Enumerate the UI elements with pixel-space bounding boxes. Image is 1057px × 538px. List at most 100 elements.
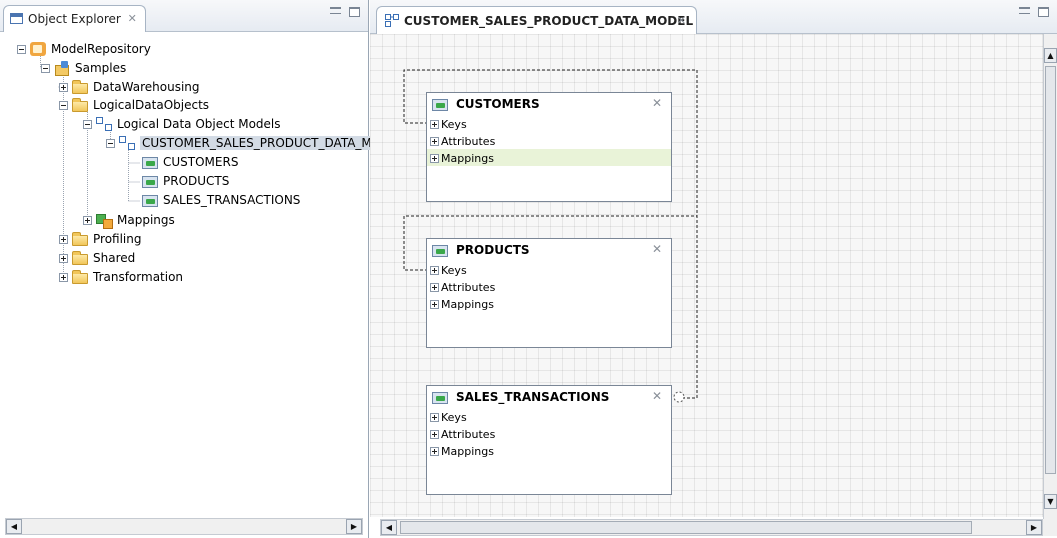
tree-item-label: Transformation	[93, 270, 184, 284]
tree-item-label: PRODUCTS	[163, 174, 230, 188]
collapse-icon[interactable]	[83, 119, 92, 129]
tree-item-products[interactable]: PRODUCTS	[142, 172, 229, 190]
expand-icon[interactable]	[59, 82, 68, 92]
expand-icon[interactable]	[430, 412, 439, 422]
expand-icon[interactable]	[430, 136, 439, 146]
close-icon[interactable]: ✕	[677, 14, 686, 27]
section-mappings[interactable]: Mappings	[427, 295, 671, 312]
collapse-icon[interactable]	[17, 44, 26, 54]
section-label: Attributes	[441, 280, 496, 294]
close-icon[interactable]: ✕	[652, 96, 662, 110]
editor-tabbar: CUSTOMER_SALES_PRODUCT_DATA_MODEL ✕	[370, 0, 1057, 34]
section-label: Attributes	[441, 134, 496, 148]
minimize-icon[interactable]	[1019, 7, 1030, 14]
logical-data-object-icon	[142, 193, 158, 207]
collapse-icon[interactable]	[41, 63, 50, 73]
canvas-vertical-scrollbar[interactable]: ▲ ▼	[1043, 34, 1057, 519]
maximize-icon[interactable]	[1038, 7, 1049, 17]
tree-item-label: ModelRepository	[51, 42, 151, 56]
folder-icon	[72, 79, 88, 94]
scroll-left-icon[interactable]: ◀	[381, 520, 397, 535]
tree-item-profiling[interactable]: Profiling	[59, 230, 142, 248]
entity-title: SALES_TRANSACTIONS	[456, 390, 610, 404]
section-attributes[interactable]: Attributes	[427, 278, 671, 295]
explorer-horizontal-scrollbar[interactable]: ◀ ▶	[5, 518, 363, 535]
expand-icon[interactable]	[430, 446, 439, 456]
folder-icon	[72, 97, 88, 112]
tab-customer-sales-product-data-model[interactable]: CUSTOMER_SALES_PRODUCT_DATA_MODEL ✕	[376, 6, 697, 34]
folder-icon	[72, 231, 88, 246]
section-label: Keys	[441, 410, 467, 424]
tree-item-datawarehousing[interactable]: DataWarehousing	[59, 78, 200, 96]
scroll-down-icon[interactable]: ▼	[1044, 494, 1057, 509]
collapse-icon[interactable]	[59, 100, 68, 110]
section-keys[interactable]: Keys	[427, 408, 671, 425]
expand-icon[interactable]	[59, 253, 68, 263]
section-attributes[interactable]: Attributes	[427, 425, 671, 442]
logical-data-object-icon	[432, 390, 448, 404]
expand-icon[interactable]	[83, 215, 92, 225]
tree-item-label: Mappings	[117, 213, 175, 227]
canvas-horizontal-scrollbar[interactable]: ◀ ▶	[380, 519, 1043, 536]
expand-icon[interactable]	[430, 265, 439, 275]
model-icon	[119, 136, 135, 150]
tree-item-label: CUSTOMER_SALES_PRODUCT_DATA_MO	[140, 136, 384, 150]
entity-header[interactable]: CUSTOMERS ✕	[427, 93, 671, 115]
expand-icon[interactable]	[430, 282, 439, 292]
close-icon[interactable]: ✕	[652, 389, 662, 403]
tree-item-label: SALES_TRANSACTIONS	[163, 193, 301, 207]
tree-item-sales-transactions[interactable]: SALES_TRANSACTIONS	[142, 191, 300, 209]
entity-title: CUSTOMERS	[456, 97, 540, 111]
expand-icon[interactable]	[59, 234, 68, 244]
tree-item-label: Profiling	[93, 232, 142, 246]
model-editor-panel: CUSTOMER_SALES_PRODUCT_DATA_MODEL ✕ CUST…	[370, 0, 1057, 538]
tree-item-customer-sales-product-data-model[interactable]: CUSTOMER_SALES_PRODUCT_DATA_MO	[106, 134, 384, 152]
logical-data-object-icon	[432, 97, 448, 111]
expand-icon[interactable]	[430, 299, 439, 309]
entity-title: PRODUCTS	[456, 243, 530, 257]
tree-item-mappings[interactable]: Mappings	[83, 211, 175, 229]
logical-data-object-icon	[142, 174, 158, 188]
section-label: Keys	[441, 117, 467, 131]
tree-item-modelrepository[interactable]: ModelRepository	[17, 40, 151, 58]
scroll-left-icon[interactable]: ◀	[6, 519, 22, 534]
tree-item-samples[interactable]: Samples	[41, 59, 126, 77]
close-icon[interactable]: ✕	[652, 242, 662, 256]
entity-products[interactable]: PRODUCTS ✕ Keys Attributes Mappings	[426, 238, 672, 348]
tree-item-customers[interactable]: CUSTOMERS	[142, 153, 238, 171]
model-icon	[96, 117, 112, 131]
entity-sales-transactions[interactable]: SALES_TRANSACTIONS ✕ Keys Attributes Map…	[426, 385, 672, 495]
expand-icon[interactable]	[430, 429, 439, 439]
horizontal-scroll-thumb[interactable]	[400, 521, 972, 534]
logical-data-object-icon	[432, 243, 448, 257]
section-label: Mappings	[441, 297, 494, 311]
scroll-right-icon[interactable]: ▶	[346, 519, 362, 534]
vertical-scroll-thumb[interactable]	[1045, 66, 1056, 474]
expand-icon[interactable]	[430, 153, 439, 163]
tree-item-label: CUSTOMERS	[163, 155, 239, 169]
folder-icon	[72, 269, 88, 284]
entity-header[interactable]: PRODUCTS ✕	[427, 239, 671, 261]
model-icon	[385, 14, 399, 27]
tree-item-label: DataWarehousing	[93, 80, 200, 94]
entity-customers[interactable]: CUSTOMERS ✕ Keys Attributes Mappings	[426, 92, 672, 202]
section-keys[interactable]: Keys	[427, 115, 671, 132]
section-mappings[interactable]: Mappings	[427, 442, 671, 459]
tree-item-logical-data-object-models[interactable]: Logical Data Object Models	[83, 115, 281, 133]
scroll-right-icon[interactable]: ▶	[1026, 520, 1042, 535]
section-attributes[interactable]: Attributes	[427, 132, 671, 149]
entity-header[interactable]: SALES_TRANSACTIONS ✕	[427, 386, 671, 408]
tree-item-shared[interactable]: Shared	[59, 249, 135, 267]
folder-icon	[72, 250, 88, 265]
section-label: Keys	[441, 263, 467, 277]
tree-item-logicaldataobjects[interactable]: LogicalDataObjects	[59, 96, 209, 114]
section-keys[interactable]: Keys	[427, 261, 671, 278]
expand-icon[interactable]	[430, 119, 439, 129]
tree-item-transformation[interactable]: Transformation	[59, 268, 183, 286]
model-diagram-canvas[interactable]: CUSTOMERS ✕ Keys Attributes Mappings PRO…	[370, 34, 1043, 517]
section-mappings[interactable]: Mappings	[427, 149, 671, 166]
collapse-icon[interactable]	[106, 138, 115, 148]
scroll-up-icon[interactable]: ▲	[1044, 48, 1057, 63]
expand-icon[interactable]	[59, 272, 68, 282]
section-label: Mappings	[441, 151, 494, 165]
